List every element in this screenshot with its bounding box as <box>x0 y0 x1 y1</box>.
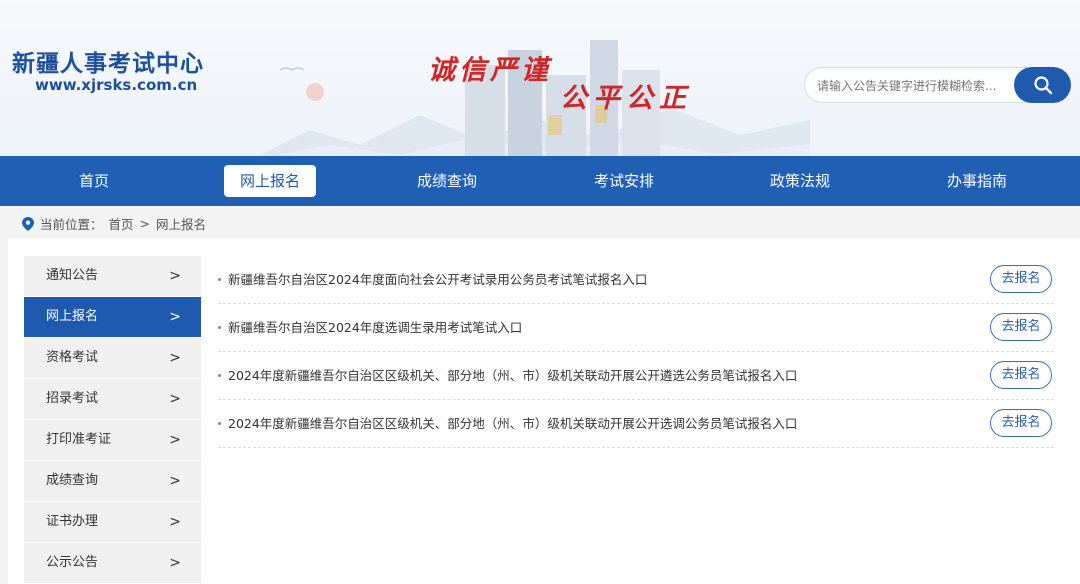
chevron-right-icon: > <box>169 268 181 284</box>
chevron-right-icon: > <box>169 514 181 530</box>
location-pin-icon <box>22 216 34 231</box>
nav-item-home[interactable]: 首页 <box>79 156 109 206</box>
sidebar-item-qualification-exam[interactable]: 资格考试 > <box>24 338 201 378</box>
sidebar-item-notices[interactable]: 通知公告 > <box>24 256 201 296</box>
sidebar-item-label: 打印准考证 <box>46 432 112 447</box>
nav-item-exam-schedule[interactable]: 考试安排 <box>594 156 654 206</box>
list-item-title[interactable]: 2024年度新疆维吾尔自治区区级机关、部分地（州、市）级机关联动开展公开选调公务… <box>228 400 797 448</box>
sidebar-item-label: 招录考试 <box>46 391 99 406</box>
sidebar-item-label: 成绩查询 <box>46 473 99 488</box>
list-item: 2024年度新疆维吾尔自治区区级机关、部分地（州、市）级机关联动开展公开选调公务… <box>218 400 1054 448</box>
banner-landscape-illustration <box>258 40 810 156</box>
list-item: 新疆维吾尔自治区2024年度面向社会公开考试录用公务员考试笔试报名入口 去报名 <box>218 256 1054 304</box>
registration-list: 新疆维吾尔自治区2024年度面向社会公开考试录用公务员考试笔试报名入口 去报名 … <box>218 256 1054 448</box>
chevron-right-icon: > <box>169 391 181 407</box>
site-url: www.xjrsks.com.cn <box>35 76 198 94</box>
sidebar-item-certificates[interactable]: 证书办理 > <box>24 502 201 542</box>
sidebar-item-recruitment-exam[interactable]: 招录考试 > <box>24 379 201 419</box>
sidebar-item-print-admission-ticket[interactable]: 打印准考证 > <box>24 420 201 460</box>
register-button[interactable]: 去报名 <box>990 409 1052 437</box>
chevron-right-icon: > <box>169 555 181 571</box>
list-item: 2024年度新疆维吾尔自治区区级机关、部分地（州、市）级机关联动开展公开遴选公务… <box>218 352 1054 400</box>
sidebar-item-label: 证书办理 <box>46 514 99 529</box>
chevron-right-icon: > <box>169 309 181 325</box>
sidebar-item-label: 公示公告 <box>46 555 99 570</box>
sidebar-item-label: 通知公告 <box>46 268 99 283</box>
breadcrumb-current: 网上报名 <box>156 217 207 232</box>
register-button[interactable]: 去报名 <box>990 361 1052 389</box>
breadcrumb-prefix: 当前位置： <box>40 217 103 232</box>
sidebar-item-label: 网上报名 <box>46 309 99 324</box>
slogan-integrity: 诚信严谨 <box>428 55 552 86</box>
nav-item-score-query[interactable]: 成绩查询 <box>417 156 477 206</box>
list-item-title[interactable]: 2024年度新疆维吾尔自治区区级机关、部分地（州、市）级机关联动开展公开遴选公务… <box>228 352 797 400</box>
bullet-dot <box>218 326 221 329</box>
sidebar-item-score-query[interactable]: 成绩查询 > <box>24 461 201 501</box>
bullet-dot <box>218 278 221 281</box>
site-title: 新疆人事考试中心 <box>12 51 204 77</box>
nav-item-online-registration[interactable]: 网上报名 <box>224 165 316 197</box>
nav-item-guide[interactable]: 办事指南 <box>947 156 1007 206</box>
sidebar-item-public-announcements[interactable]: 公示公告 > <box>24 543 201 583</box>
sidebar: 通知公告 > 网上报名 > 资格考试 > 招录考试 > 打印准考证 > 成绩查询 > 证书办… <box>24 256 201 584</box>
sidebar-item-label: 资格考试 <box>46 350 99 365</box>
bullet-dot <box>218 422 221 425</box>
register-button[interactable]: 去报名 <box>990 313 1052 341</box>
sidebar-item-online-registration[interactable]: 网上报名 > <box>24 297 201 337</box>
search-button[interactable] <box>1014 67 1071 103</box>
bullet-dot <box>218 374 221 377</box>
search-icon <box>1033 76 1052 95</box>
main-nav: 首页 网上报名 成绩查询 考试安排 政策法规 办事指南 <box>0 156 1080 206</box>
search-input[interactable] <box>817 76 1007 96</box>
header: 新疆人事考试中心 www.xjrsks.com.cn 诚信严谨 公平公正 <box>0 0 1080 156</box>
slogan-fairness: 公平公正 <box>560 83 692 114</box>
list-item-title[interactable]: 新疆维吾尔自治区2024年度面向社会公开考试录用公务员考试笔试报名入口 <box>228 256 647 304</box>
breadcrumb: 当前位置： 首页 > 网上报名 <box>22 214 206 233</box>
list-item: 新疆维吾尔自治区2024年度选调生录用考试笔试入口 去报名 <box>218 304 1054 352</box>
list-item-title[interactable]: 新疆维吾尔自治区2024年度选调生录用考试笔试入口 <box>228 304 522 352</box>
nav-item-policies[interactable]: 政策法规 <box>770 156 830 206</box>
register-button[interactable]: 去报名 <box>990 265 1052 293</box>
chevron-right-icon: > <box>169 473 181 489</box>
chevron-right-icon: > <box>169 432 181 448</box>
breadcrumb-home[interactable]: 首页 <box>109 214 134 233</box>
breadcrumb-separator: > <box>139 216 151 231</box>
chevron-right-icon: > <box>169 350 181 366</box>
